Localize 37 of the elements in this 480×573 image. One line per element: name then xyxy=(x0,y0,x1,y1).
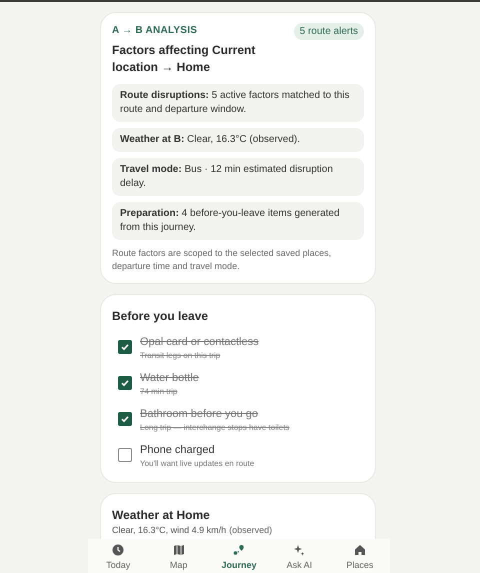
checkbox[interactable] xyxy=(118,448,132,462)
map-icon xyxy=(172,544,185,556)
sparkle-icon xyxy=(293,544,306,556)
checkbox[interactable] xyxy=(118,340,132,354)
item-detail: 74 min trip xyxy=(140,386,178,398)
item-detail: You'll want live updates en route xyxy=(140,458,254,470)
item-label: Bathroom before you go xyxy=(140,407,260,422)
item-label: Water bottle xyxy=(140,371,199,386)
weather-source: (observed) xyxy=(229,525,272,536)
clock-icon xyxy=(112,544,124,556)
alert-count-badge: 5 route alerts xyxy=(294,23,364,40)
item-label: Opal card or contactless xyxy=(140,335,259,350)
home-icon xyxy=(354,544,366,556)
item-detail: Long trip — interchange stops have toilets xyxy=(140,422,290,434)
factor-card: Route disruptions: 5 active factors matched to this route and departure window. xyxy=(112,84,364,122)
route-pin-icon xyxy=(233,544,246,556)
factor-card: Preparation: 4 before-you-leave items generated from this journey. xyxy=(112,202,364,240)
checkbox[interactable] xyxy=(118,412,132,426)
check-icon xyxy=(120,378,130,388)
item-label: Phone charged xyxy=(140,443,216,458)
section-eyebrow: A → B ANALYSIS xyxy=(112,24,198,38)
factor-card: Weather at B: Clear, 16.3°C (observed). xyxy=(112,128,364,152)
nav-tab[interactable]: Journey xyxy=(208,539,270,573)
checkbox[interactable] xyxy=(118,376,132,390)
factor-card: Travel mode: Bus · 12 min estimated disruption delay. xyxy=(112,158,364,196)
nav-tab[interactable]: Today xyxy=(88,539,148,573)
scope-note: Route factors are scoped to the selected saved places, departure time and travel mode. xyxy=(112,247,332,273)
weather-title: Weather at Home xyxy=(112,507,211,524)
checklist-title: Before you leave xyxy=(112,308,210,325)
check-icon xyxy=(120,342,130,352)
check-icon xyxy=(120,414,130,424)
nav-tab[interactable]: Ask AI xyxy=(269,539,330,573)
analysis-title: Factors affecting Current location → Home xyxy=(112,42,256,76)
weather-summary: Clear, 16.3°C, wind 4.9 km/h xyxy=(112,525,226,536)
nav-tab[interactable]: Places xyxy=(330,539,390,573)
nav-tab[interactable]: Map xyxy=(148,539,209,573)
item-detail: Transit legs on this trip xyxy=(140,350,222,362)
